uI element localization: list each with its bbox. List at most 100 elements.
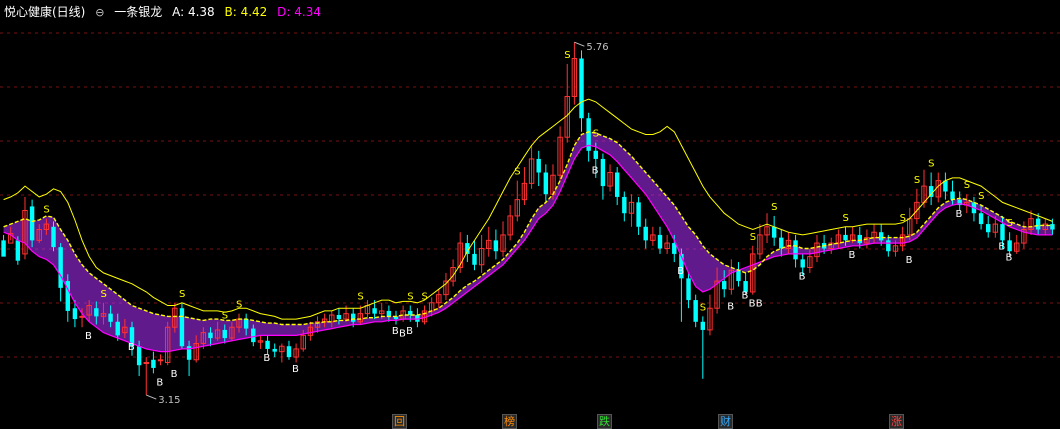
candle-body (493, 240, 499, 252)
sell-marker: S (100, 289, 106, 300)
candle-body (536, 158, 541, 173)
sell-marker: S (1007, 218, 1013, 229)
indicator-d-value: D: 4.34 (277, 5, 321, 19)
sell-marker: S (179, 289, 185, 300)
candle-body (886, 240, 891, 252)
high-price-pointer (574, 41, 585, 47)
sell-marker: S (407, 292, 413, 303)
candle-body (636, 202, 641, 227)
line-b (3, 98, 1053, 320)
candle-body (1007, 240, 1012, 252)
candlestick-chart: BBBBBBB B BBBBBB BBB BBBBSS SSSS S SSSSSSSS SSSS… (0, 32, 1060, 406)
buy-marker: B (749, 299, 756, 310)
badge-bang[interactable]: 榜 (502, 414, 517, 429)
candle-body (878, 232, 884, 241)
candle-body (1050, 224, 1055, 230)
candle-body (614, 172, 620, 197)
badge-cai[interactable]: 财 (718, 414, 733, 429)
candle-body (736, 270, 741, 282)
sell-marker: S (750, 232, 756, 243)
sell-marker: S (900, 213, 906, 224)
candle-body (350, 313, 356, 322)
buy-marker: B (741, 291, 748, 302)
badge-zhang[interactable]: 涨 (889, 414, 904, 429)
buy-marker: B (156, 377, 163, 388)
candle-body (472, 253, 477, 265)
candle-body (950, 191, 955, 200)
sell-marker: S (236, 300, 242, 311)
buy-marker: B (406, 326, 413, 337)
indicator-b-value: B: 4.42 (224, 5, 268, 19)
candle-body (843, 234, 848, 241)
badge-hui[interactable]: 回 (392, 414, 407, 429)
candle-body (657, 234, 663, 249)
candle-body (771, 226, 777, 238)
buy-marker: B (956, 209, 963, 220)
sell-marker: S (564, 50, 570, 61)
low-price-label: 3.15 (158, 395, 180, 406)
buy-marker: B (399, 329, 406, 340)
candle-body (272, 348, 277, 352)
candle-body (336, 315, 342, 320)
candle-body (115, 321, 120, 336)
buy-marker: B (849, 250, 856, 261)
candle-body (151, 359, 156, 368)
badge-die[interactable]: 跌 (597, 414, 612, 429)
stock-title: 悦心健康(日线) (4, 5, 86, 19)
candle-body (579, 58, 584, 119)
candle-body (79, 315, 85, 318)
sell-marker: S (593, 129, 599, 140)
candle-body (222, 329, 227, 339)
buy-marker: B (392, 326, 399, 337)
candle-body (372, 308, 377, 314)
candle-body (700, 321, 706, 330)
buy-marker: B (263, 353, 270, 364)
sell-marker: S (978, 191, 984, 202)
candle-body (29, 206, 35, 241)
buy-marker: B (1005, 253, 1012, 264)
sell-marker: S (357, 292, 363, 303)
chart-stage: BBBBBBBBBBBBBBBBBBBBBSSSSSSSSSSSSSSSSSSS… (0, 0, 1060, 429)
candle-body (686, 278, 691, 301)
circle-minus-icon[interactable]: ⊖ (95, 6, 104, 19)
candle-body (779, 237, 784, 249)
buy-marker: B (727, 301, 734, 312)
candle-body (208, 332, 213, 339)
buy-marker: B (998, 242, 1005, 253)
buy-marker: B (756, 299, 763, 310)
candle-body (1, 240, 6, 257)
candle-body (58, 247, 63, 288)
sell-marker: S (700, 302, 706, 313)
candle-body (179, 308, 185, 347)
high-price-label: 5.76 (586, 42, 608, 53)
candle-body (286, 346, 292, 358)
candle-body (543, 172, 549, 195)
buy-marker: B (171, 369, 178, 380)
candle-body (157, 359, 164, 362)
sell-marker: S (964, 180, 970, 191)
buy-marker: B (906, 255, 913, 266)
candle-body (265, 340, 270, 349)
sell-marker: S (43, 205, 49, 216)
candle-body (1000, 224, 1005, 241)
candle-body (600, 158, 606, 187)
candle-body (800, 259, 805, 268)
candle-body (143, 362, 149, 364)
candle-body (136, 346, 142, 366)
candle-body (72, 308, 78, 320)
candle-body (108, 313, 113, 322)
candle-body (857, 234, 862, 244)
candle-body (978, 213, 984, 225)
buy-marker: B (592, 166, 599, 177)
sell-marker: S (914, 175, 920, 186)
candle-body (986, 224, 991, 233)
buy-marker: B (85, 331, 92, 342)
candle-body (643, 226, 648, 241)
sell-marker: S (514, 167, 520, 178)
candle-body (51, 226, 56, 248)
candle-body (15, 240, 21, 261)
buy-marker: B (292, 364, 299, 375)
candle-body (622, 196, 627, 214)
candle-body (1035, 218, 1041, 230)
candle-body (722, 281, 727, 290)
